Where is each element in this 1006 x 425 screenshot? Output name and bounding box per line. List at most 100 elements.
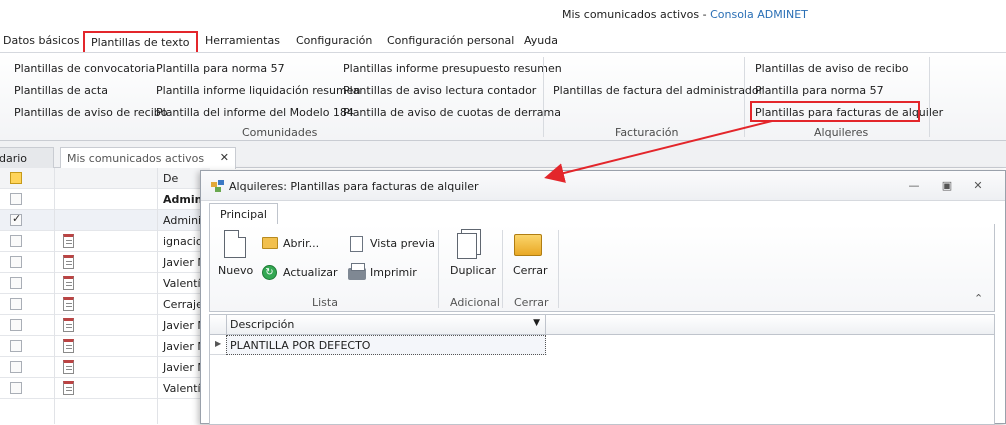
imprimir-button[interactable]: Imprimir [370,266,417,279]
ribbon-plantillas-aviso-recibo[interactable]: Plantillas de aviso de recibo [14,106,167,119]
document-tabs: dario Mis comunicados activos ✕ [0,141,1006,169]
group-label-alquileres: Alquileres [814,126,869,139]
doc-tab-label: Mis comunicados activos [67,152,205,165]
ribbon-plantillas-presupuesto[interactable]: Plantillas informe presupuesto resumen [343,62,562,75]
list-item[interactable]: Valentín [0,273,210,294]
grid-header-row: De [0,168,210,189]
annotation-highlight-box [750,101,920,122]
ribbon-plantillas-acta[interactable]: Plantillas de acta [14,84,108,97]
menu-ayuda[interactable]: Ayuda [524,34,558,47]
dialog-tab-bar: Principal [209,203,995,225]
printer-icon[interactable] [348,263,366,280]
row-sender: Admin [163,193,203,206]
row-checkbox[interactable] [10,277,22,289]
dropdown-arrow-icon[interactable]: ▼ [533,318,540,328]
duplicate-icon[interactable] [457,233,477,259]
row-indicator-icon: ▶ [215,339,222,348]
row-checkbox[interactable] [10,382,22,394]
window-title-text: Mis comunicados activos [562,8,700,21]
row-checkbox[interactable] [10,193,22,205]
templates-grid: Descripción ▼ ▶ PLANTILLA POR DEFECTO [209,314,995,425]
clipboard-icon [63,234,74,248]
column-header-descripcion[interactable]: Descripción ▼ [226,315,546,335]
background-grid: De AdminAdminisignacio.Javier MValentínC… [0,168,210,424]
close-folder-icon[interactable] [514,234,542,256]
duplicar-button[interactable]: Duplicar [450,264,496,277]
doc-tab-mis-comunicados[interactable]: Mis comunicados activos ✕ [60,147,236,169]
list-item[interactable]: Adminis [0,210,210,231]
group-separator [543,57,544,137]
list-item[interactable]: Javier M [0,315,210,336]
list-item[interactable]: Admin [0,189,210,210]
dialog-title-bar: Alquileres: Plantillas para facturas de … [201,171,1005,201]
new-document-icon[interactable] [224,230,246,258]
row-checkbox[interactable] [10,340,22,352]
row-checkbox[interactable] [10,298,22,310]
table-row[interactable]: ▶ PLANTILLA POR DEFECTO [210,335,547,355]
menu-configuracion-personal[interactable]: Configuración personal [387,34,514,47]
ribbon-alq-norma-57[interactable]: Plantilla para norma 57 [755,84,884,97]
list-item[interactable]: Cerraje [0,294,210,315]
clipboard-icon [63,381,74,395]
column-header-label: Descripción [230,318,295,331]
print-preview-icon[interactable] [350,236,363,252]
list-item[interactable]: Javier M [0,252,210,273]
list-item[interactable]: Valentín [0,378,210,399]
app-window-icon [211,180,225,192]
table-cell[interactable]: PLANTILLA POR DEFECTO [226,335,546,355]
group-label-cerrar: Cerrar [514,296,549,309]
select-all-checkbox[interactable] [10,172,22,184]
restore-icon[interactable]: ▣ [939,179,955,193]
ribbon-plantillas-lectura-contador[interactable]: Plantillas de aviso lectura contador [343,84,536,97]
ribbon-plantilla-cuotas-derrama[interactable]: Plantilla de aviso de cuotas de derrama [343,106,561,119]
tab-principal[interactable]: Principal [209,203,278,225]
clipboard-icon [63,339,74,353]
clipboard-icon [63,318,74,332]
row-checkbox[interactable] [10,319,22,331]
ribbon-plantilla-modelo-184[interactable]: Plantilla del informe del Modelo 184 [156,106,354,119]
ribbon-plantillas-convocatoria[interactable]: Plantillas de convocatoria [14,62,155,75]
menu-configuracion[interactable]: Configuración [296,34,372,47]
row-checkbox[interactable] [10,256,22,268]
row-checkbox[interactable] [10,361,22,373]
doc-tab-dario[interactable]: dario [0,147,54,169]
title-separator: - [699,8,711,21]
grid-column-line [54,168,55,424]
dialog-title: Alquileres: Plantillas para facturas de … [229,180,479,193]
group-label-adicional: Adicional [450,296,500,309]
dialog-window: Alquileres: Plantillas para facturas de … [200,170,1006,425]
close-icon[interactable]: ✕ [970,179,986,193]
row-checkbox[interactable] [10,212,22,226]
window-title: Mis comunicados activos - Consola ADMINE… [562,8,808,21]
close-tab-icon[interactable]: ✕ [220,151,229,164]
nuevo-button[interactable]: Nuevo [218,264,253,277]
dialog-ribbon: Nuevo Abrir... ↻ Actualizar Vista previa… [209,224,995,312]
refresh-icon[interactable]: ↻ [262,265,277,280]
menu-plantillas-de-texto[interactable]: Plantillas de texto [83,31,198,53]
minimize-icon[interactable]: — [906,179,922,193]
list-item[interactable]: ignacio. [0,231,210,252]
ribbon-plantilla-norma-57[interactable]: Plantilla para norma 57 [156,62,285,75]
row-checkbox[interactable] [10,235,22,247]
list-item[interactable]: Javier M [0,357,210,378]
abrir-button[interactable]: Abrir... [283,237,319,250]
clipboard-icon [63,297,74,311]
menu-datos-basicos[interactable]: Datos básicos [3,34,80,47]
ribbon-plantillas-factura-administrador[interactable]: Plantillas de factura del administrador [553,84,763,97]
group-separator [502,230,503,308]
ribbon-plantilla-informe-liquidacion[interactable]: Plantilla informe liquidación resumen [156,84,360,97]
collapse-ribbon-icon[interactable]: ⌃ [974,292,983,305]
vista-previa-button[interactable]: Vista previa [370,237,435,250]
group-label-lista: Lista [312,296,338,309]
menu-herramientas[interactable]: Herramientas [205,34,280,47]
group-separator [929,57,930,137]
cerrar-button[interactable]: Cerrar [513,264,548,277]
group-separator [558,230,559,308]
open-folder-icon[interactable] [262,237,278,249]
clipboard-icon [63,360,74,374]
group-separator [744,57,745,137]
list-item[interactable]: Javier M [0,336,210,357]
group-label-comunidades: Comunidades [242,126,318,139]
actualizar-button[interactable]: Actualizar [283,266,338,279]
ribbon-alq-aviso-recibo[interactable]: Plantillas de aviso de recibo [755,62,908,75]
